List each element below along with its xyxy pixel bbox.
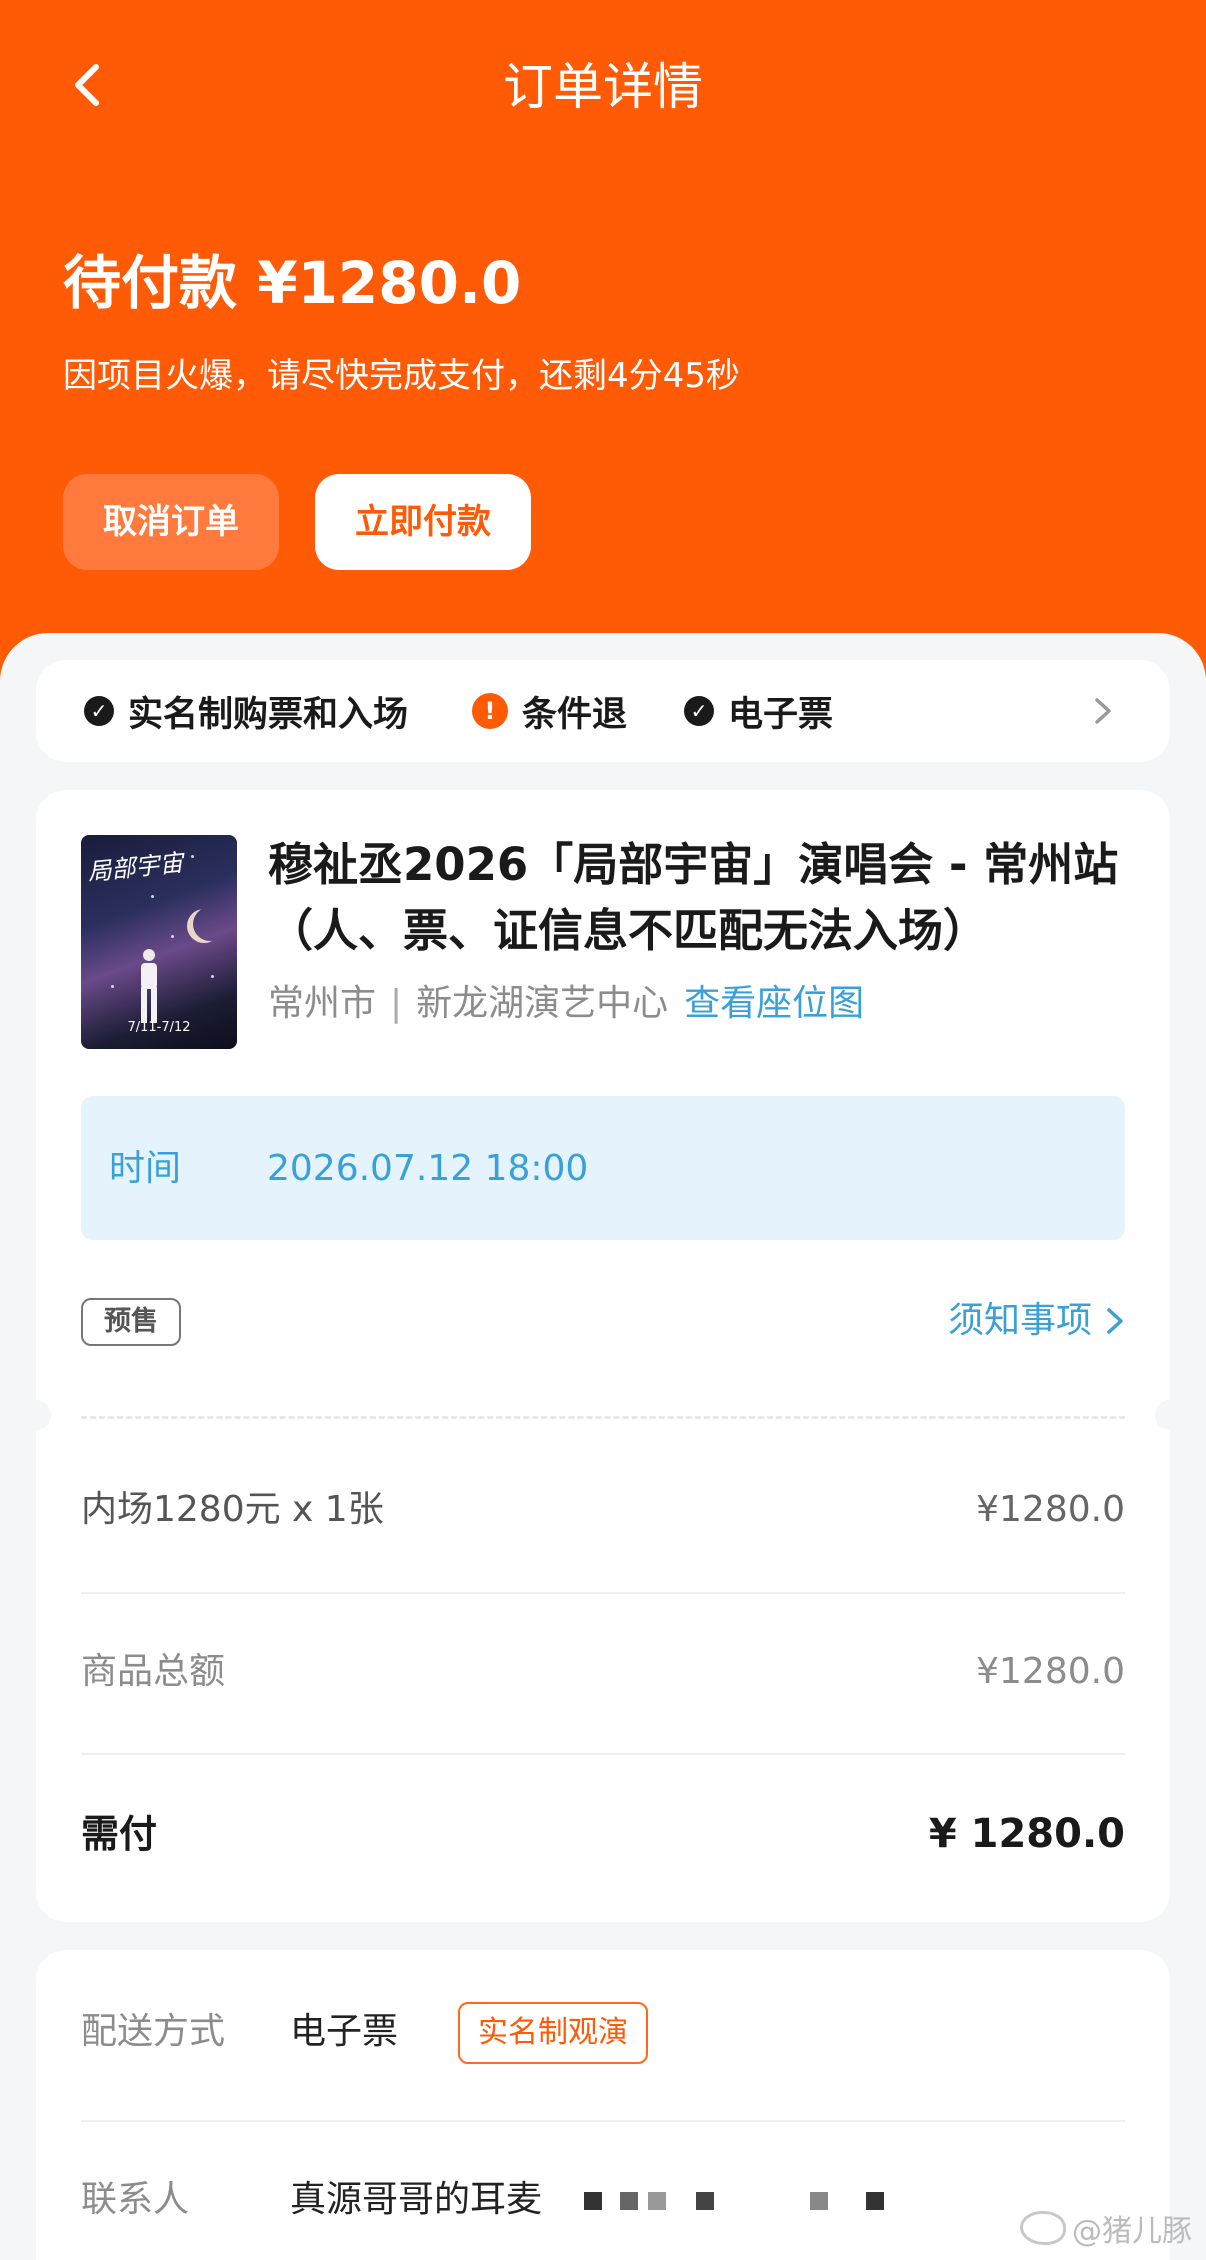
order-status-title: 待付款 ¥1280.0 (63, 249, 522, 317)
ticket-item-value: ¥1280.0 (976, 1489, 1125, 1530)
subtotal-row: 商品总额 ¥1280.0 (81, 1646, 1125, 1698)
policy-label: 条件退 (522, 694, 628, 735)
notice-link[interactable]: 须知事项 (948, 1294, 1126, 1348)
policy-real-name: ✓ 实名制购票和入场 (84, 660, 408, 762)
contact-value: 真源哥哥的耳麦 (290, 2179, 543, 2220)
weibo-logo-icon (1020, 2211, 1066, 2245)
event-poster[interactable]: 局部宇宙 7/11-7/12 (81, 835, 237, 1049)
policy-conditional-refund: ! 条件退 (472, 660, 627, 762)
watermark: @猪儿豚 (1020, 2206, 1192, 2250)
row-divider (81, 1592, 1125, 1594)
row-divider (81, 1753, 1125, 1755)
payable-value: ¥ 1280.0 (928, 1811, 1125, 1857)
time-value: 2026.07.12 18:00 (267, 1148, 589, 1189)
delivery-method-value: 电子票 (290, 2011, 399, 2052)
payable-label: 需付 (81, 1812, 158, 1856)
singer-figure (141, 949, 157, 1023)
chevron-right-icon (1107, 1308, 1123, 1334)
event-venue: 新龙湖演艺中心 (416, 983, 669, 1024)
subtotal-label: 商品总额 (81, 1651, 226, 1692)
check-circle-icon: ✓ (684, 696, 714, 726)
notice-link-label: 须知事项 (947, 1300, 1092, 1341)
presale-badge: 预售 (81, 1298, 181, 1346)
policy-label: 实名制购票和入场 (128, 694, 409, 735)
row-divider (81, 2120, 1125, 2122)
real-name-tag: 实名制观演 (458, 2002, 648, 2064)
delivery-card: 配送方式 电子票 实名制观演 联系人 真源哥哥的耳麦 (36, 1950, 1170, 2260)
page-title: 订单详情 (503, 58, 703, 116)
ticket-policy-bar[interactable]: ✓ 实名制购票和入场 ! 条件退 ✓ 电子票 (36, 660, 1170, 762)
contact-label: 联系人 (81, 2179, 190, 2220)
subtotal-value: ¥1280.0 (976, 1651, 1125, 1692)
time-label: 时间 (109, 1148, 182, 1189)
event-city: 常州市 (268, 983, 377, 1024)
meta-separator: | (390, 983, 403, 1024)
policy-e-ticket: ✓ 电子票 (684, 660, 833, 762)
event-order-card: 局部宇宙 7/11-7/12 穆祉丞2026「局部宇宙」演唱会 - 常州站（人、… (21, 790, 1185, 1922)
policy-label: 电子票 (728, 694, 834, 735)
check-circle-icon: ✓ (84, 696, 114, 726)
watermark-text: @猪儿豚 (1072, 2214, 1192, 2249)
delivery-method-label: 配送方式 (81, 2011, 226, 2052)
exclamation-circle-icon: ! (472, 693, 508, 729)
event-location: 常州市 | 新龙湖演艺中心 查看座位图 (268, 978, 864, 1030)
cancel-order-button[interactable]: 取消订单 (63, 474, 279, 570)
seat-map-link[interactable]: 查看座位图 (684, 983, 864, 1024)
poster-title: 局部宇宙 (86, 848, 185, 887)
poster-dates: 7/11-7/12 (127, 1020, 191, 1035)
payable-row: 需付 ¥ 1280.0 (81, 1808, 1125, 1860)
ticket-item-row: 内场1280元 x 1张 ¥1280.0 (81, 1484, 1125, 1536)
event-title: 穆祉丞2026「局部宇宙」演唱会 - 常州站（人、票、证信息不匹配无法入场） (268, 838, 1119, 957)
ticket-item-label: 内场1280元 x 1张 (81, 1489, 384, 1530)
ticket-divider (81, 1416, 1125, 1419)
event-time-box: 时间 2026.07.12 18:00 (81, 1096, 1125, 1240)
ticket-notch-right (1155, 1400, 1185, 1430)
payment-countdown-text: 因项目火爆，请尽快完成支付，还剩4分45秒 (63, 356, 740, 396)
ticket-notch-left (21, 1400, 51, 1430)
order-status-header: 订单详情 待付款 ¥1280.0 因项目火爆，请尽快完成支付，还剩4分45秒 取… (0, 0, 1206, 700)
chevron-right-icon (1095, 698, 1111, 724)
moon-icon (193, 907, 227, 941)
pay-now-button[interactable]: 立即付款 (315, 474, 531, 570)
